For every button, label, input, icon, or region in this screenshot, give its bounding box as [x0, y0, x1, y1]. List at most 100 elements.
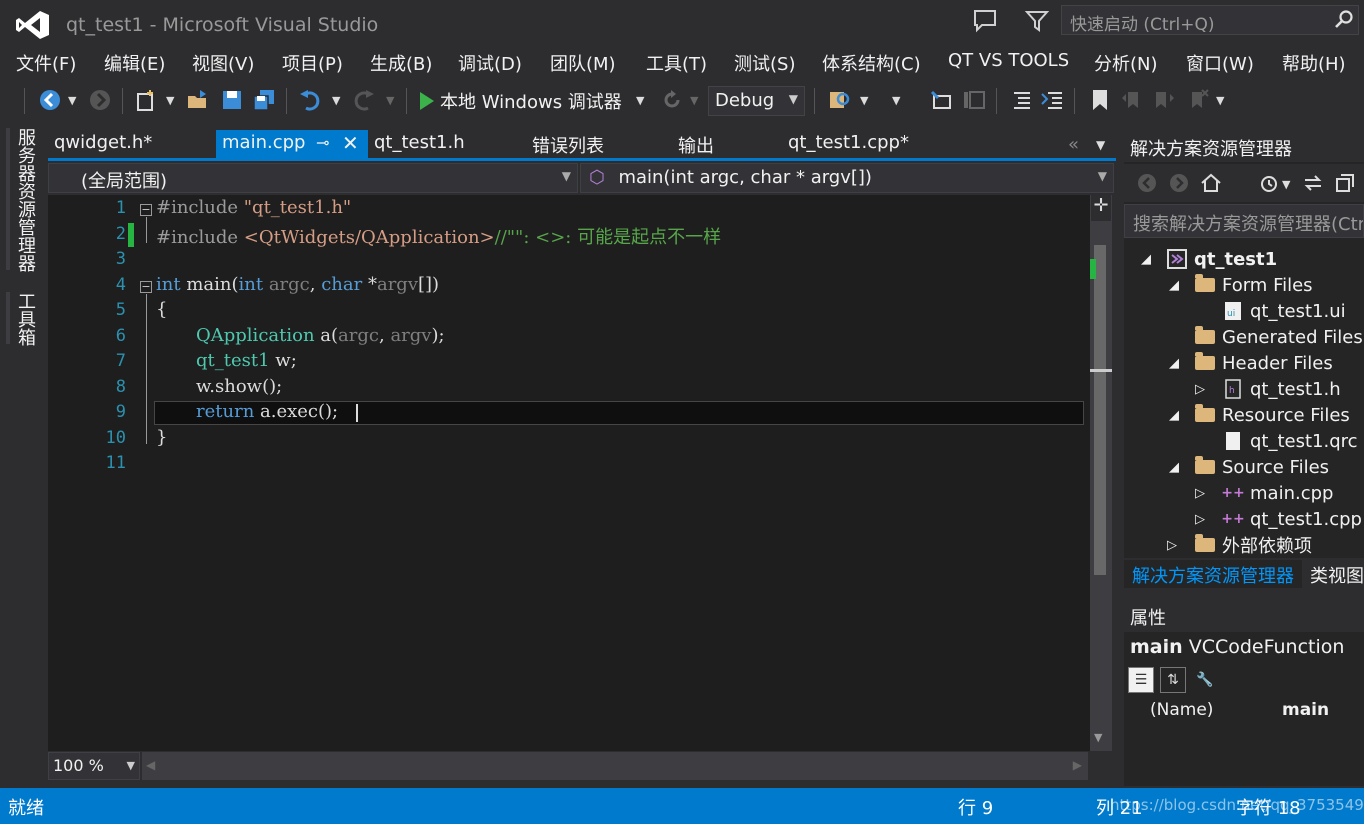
bookmark-icon[interactable] — [1088, 88, 1112, 114]
menu-debug[interactable]: 调试(D) — [458, 46, 522, 80]
feedback-icon[interactable] — [972, 8, 998, 34]
navigate-back-dropdown-icon[interactable]: ▼ — [68, 94, 76, 120]
tab-error-list[interactable]: 错误列表 — [526, 130, 672, 160]
menu-edit[interactable]: 编辑(E) — [104, 46, 165, 80]
tab-main-cpp[interactable]: main.cpp ⊸ ✕ — [216, 130, 368, 160]
alphabetical-icon[interactable]: ⇅ — [1160, 667, 1186, 693]
filter-icon[interactable] — [1024, 8, 1050, 34]
next-bookmark-icon[interactable] — [1152, 88, 1176, 114]
property-row[interactable]: (Name) main — [1124, 698, 1364, 722]
tree-item-source-files[interactable]: ◢ Source Files — [1164, 454, 1329, 480]
quick-launch-input[interactable]: 快速启动 (Ctrl+Q) — [1061, 5, 1359, 35]
split-window-icon[interactable] — [962, 88, 986, 114]
save-all-icon[interactable] — [252, 88, 276, 114]
tab-output[interactable]: 输出 — [672, 130, 782, 160]
navigate-back-icon[interactable] — [38, 88, 62, 114]
search-icon[interactable] — [1334, 9, 1354, 34]
menu-help[interactable]: 帮助(H) — [1282, 46, 1346, 80]
navigate-forward-icon[interactable] — [88, 88, 112, 114]
categorized-icon[interactable]: ☰ — [1128, 667, 1154, 693]
menu-qt-vs-tools[interactable]: QT VS TOOLS — [948, 46, 1069, 75]
find-in-files-icon[interactable] — [828, 88, 852, 114]
expanded-arrow-icon[interactable]: ◢ — [1164, 356, 1184, 371]
home-icon[interactable] — [1200, 172, 1222, 199]
solution-configurations-icon[interactable] — [930, 88, 954, 114]
solution-configuration-select[interactable]: Debug ▼ — [708, 86, 805, 116]
close-icon[interactable]: ✕ — [342, 131, 359, 155]
menu-file[interactable]: 文件(F) — [16, 46, 76, 80]
redo-dropdown-icon[interactable]: ▼ — [386, 94, 394, 120]
menu-window[interactable]: 窗口(W) — [1186, 46, 1254, 80]
uncomment-icon[interactable] — [1040, 88, 1064, 114]
split-editor-icon[interactable]: ✛ — [1091, 195, 1111, 221]
previous-bookmark-icon[interactable] — [1120, 88, 1144, 114]
active-files-dropdown-icon[interactable]: ▼ — [1096, 138, 1105, 152]
editor-horizontal-scrollbar[interactable]: ◀ ▶ — [142, 752, 1088, 780]
tree-item-header-h[interactable]: ▷ h qt_test1.h — [1190, 376, 1341, 402]
start-debugging-button[interactable]: 本地 Windows 调试器 — [420, 88, 622, 114]
menu-project[interactable]: 项目(P) — [282, 46, 343, 80]
scope-select[interactable]: (全局范围) ▼ — [48, 163, 578, 193]
redo-icon[interactable] — [352, 88, 376, 114]
pending-changes-filter-icon[interactable] — [1258, 172, 1280, 199]
save-icon[interactable] — [220, 88, 244, 114]
comment-out-icon[interactable] — [1008, 88, 1032, 114]
scroll-right-icon[interactable]: ▶ — [1073, 758, 1082, 772]
collapse-region-icon[interactable]: − — [140, 204, 152, 216]
collapsed-arrow-icon[interactable]: ▷ — [1190, 512, 1210, 527]
property-pages-icon[interactable]: 🔧 — [1192, 667, 1218, 693]
server-explorer-tab[interactable]: 服务器资源管理器 — [12, 128, 38, 272]
editor-vertical-scrollbar[interactable]: ✛ ▼ — [1090, 195, 1112, 751]
forward-icon[interactable] — [1168, 172, 1190, 199]
tab-class-view[interactable]: 类视图 — [1302, 560, 1364, 588]
scroll-tabs-left-icon[interactable]: « — [1068, 134, 1079, 155]
sync-icon[interactable] — [1302, 172, 1324, 199]
tree-item-external-deps[interactable]: ▷ 外部依赖项 — [1162, 532, 1312, 558]
refresh-dropdown-icon[interactable]: ▼ — [690, 94, 698, 120]
menu-view[interactable]: 视图(V) — [192, 46, 254, 80]
new-project-dropdown-icon[interactable]: ▼ — [166, 94, 174, 120]
debug-target-dropdown-icon[interactable]: ▼ — [636, 94, 644, 120]
menu-architecture[interactable]: 体系结构(C) — [822, 46, 921, 80]
more-dropdown-icon[interactable]: ▼ — [892, 94, 900, 120]
menu-team[interactable]: 团队(M) — [550, 46, 616, 80]
expanded-arrow-icon[interactable]: ◢ — [1136, 252, 1156, 267]
tree-item-source-main[interactable]: ▷ ++ main.cpp — [1190, 480, 1333, 506]
collapse-all-icon[interactable] — [1334, 172, 1356, 199]
expanded-arrow-icon[interactable]: ◢ — [1164, 408, 1184, 423]
tab-qt-test1-cpp[interactable]: qt_test1.cpp* — [782, 130, 1012, 160]
properties-object-select[interactable]: main VCCodeFunction — [1124, 634, 1364, 662]
code-editor[interactable]: 1 2 3 4 5 6 7 8 9 10 11 − − #include "qt… — [48, 195, 1112, 751]
zoom-select[interactable]: 100 % ▼ — [48, 752, 140, 780]
clear-bookmarks-icon[interactable] — [1186, 88, 1210, 114]
scroll-down-icon[interactable]: ▼ — [1094, 731, 1102, 744]
refresh-icon[interactable] — [660, 88, 684, 114]
menu-build[interactable]: 生成(B) — [370, 46, 432, 80]
tree-item-resource-qrc[interactable]: qt_test1.qrc — [1222, 428, 1358, 454]
tree-item-generated-files[interactable]: Generated Files — [1194, 324, 1363, 350]
tree-item-form-ui[interactable]: ui qt_test1.ui — [1222, 298, 1346, 324]
pin-icon[interactable]: ⊸ — [316, 133, 329, 152]
back-icon[interactable] — [1136, 172, 1158, 199]
tree-item-project[interactable]: ◢ qt_test1 — [1136, 246, 1277, 272]
scroll-left-icon[interactable]: ◀ — [146, 758, 155, 772]
open-file-icon[interactable] — [186, 88, 210, 114]
new-project-icon[interactable] — [134, 88, 158, 114]
tree-item-source-qt[interactable]: ▷ ++ qt_test1.cpp — [1190, 506, 1362, 532]
tab-qt-test1-h[interactable]: qt_test1.h — [368, 130, 526, 160]
tree-item-form-files[interactable]: ◢ Form Files — [1164, 272, 1313, 298]
tab-solution-explorer[interactable]: 解决方案资源管理器 — [1124, 560, 1302, 588]
tree-item-header-files[interactable]: ◢ Header Files — [1164, 350, 1333, 376]
undo-icon[interactable] — [298, 88, 322, 114]
solution-explorer-search-input[interactable]: 搜索解决方案资源管理器(Ctrl+;) — [1124, 204, 1364, 238]
expanded-arrow-icon[interactable]: ◢ — [1164, 278, 1184, 293]
collapsed-arrow-icon[interactable]: ▷ — [1190, 486, 1210, 501]
toolbar-overflow-icon[interactable]: ▼ — [1216, 94, 1224, 120]
find-dropdown-icon[interactable]: ▼ — [860, 94, 868, 120]
undo-dropdown-icon[interactable]: ▼ — [332, 94, 340, 120]
menu-test[interactable]: 测试(S) — [734, 46, 795, 80]
scrollbar-thumb[interactable] — [1094, 245, 1106, 575]
member-select[interactable]: ⬡ main(int argc, char * argv[]) ▼ — [580, 163, 1114, 193]
filter-dropdown-icon[interactable]: ▼ — [1282, 178, 1290, 191]
collapse-region-icon[interactable]: − — [140, 281, 152, 293]
